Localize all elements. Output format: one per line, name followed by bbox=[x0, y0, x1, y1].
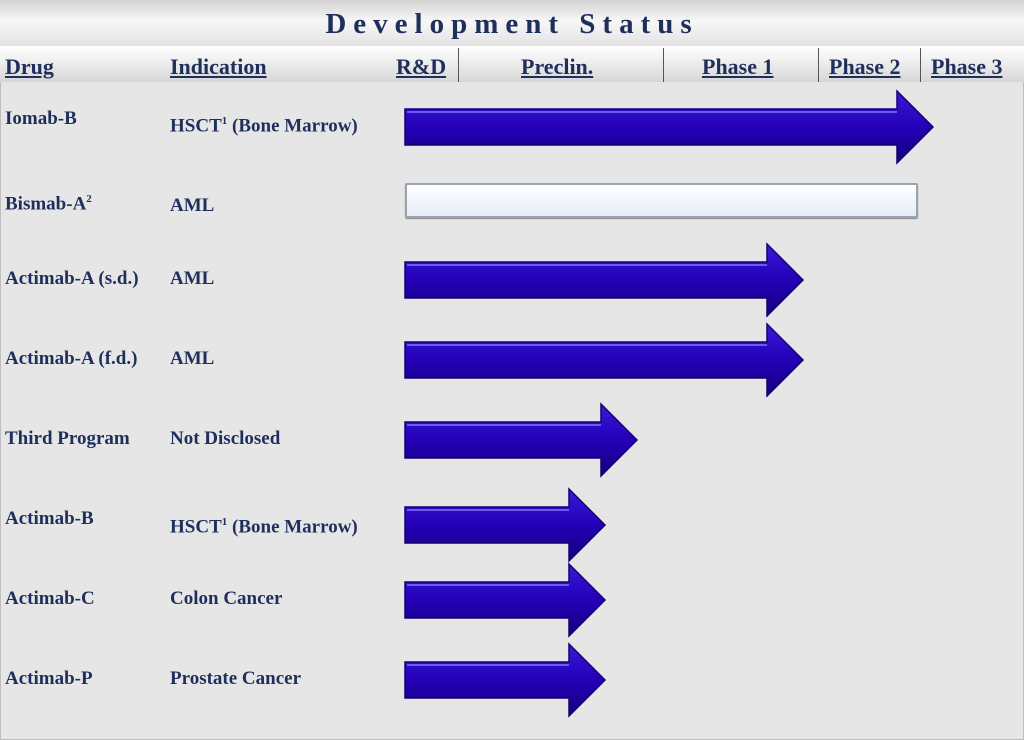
progress-arrow-actimab-c bbox=[404, 562, 607, 638]
progress-arrow-third-program bbox=[404, 402, 639, 478]
progress-arrow-actimab-b bbox=[404, 487, 607, 563]
progress-arrow-iomab-b bbox=[404, 89, 935, 165]
progress-arrow-actimab-p bbox=[404, 642, 607, 718]
progress-arrow-actimab-a-f-d bbox=[404, 322, 805, 398]
pipeline-arrows bbox=[404, 89, 935, 718]
progress-arrow-actimab-a-s-d bbox=[404, 242, 805, 318]
